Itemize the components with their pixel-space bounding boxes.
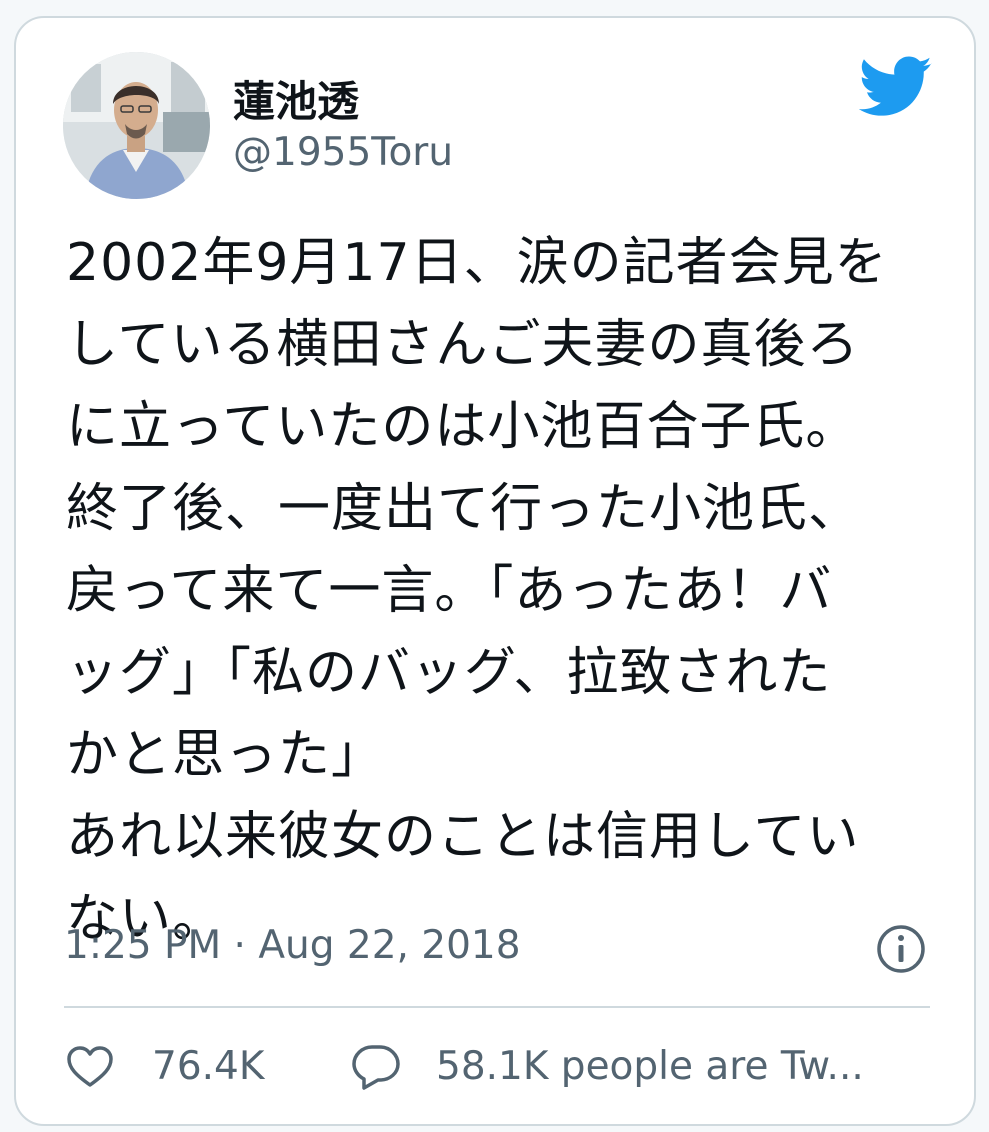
user-handle[interactable]: @1955Toru [233, 130, 453, 175]
like-count[interactable]: 76.4K [152, 1044, 264, 1089]
display-name[interactable]: 蓮池透 [233, 68, 359, 129]
tweet-card[interactable]: 蓮池透 @1955Toru 2002年9月17日、涙の記者会見を している横田さ… [14, 16, 976, 1126]
tweet-timestamp[interactable]: 1:25 PM · Aug 22, 2018 [64, 923, 521, 968]
speech-bubble-icon[interactable] [350, 1041, 402, 1093]
tweet-line: あれ以来彼女のことは信用してい [66, 807, 860, 867]
divider [64, 1006, 930, 1008]
tweet-line: 2002年9月17日、涙の記者会見を [66, 233, 888, 293]
reply-count-text[interactable]: 58.1K people are Tw... [436, 1044, 864, 1089]
heart-icon[interactable] [66, 1045, 114, 1089]
tweet-line: 戻って来て一言。「あったあ！バ [66, 561, 833, 621]
tweet-line: に立っていたのは小池百合子氏。 [66, 397, 859, 457]
tweet-line: 終了後、一度出て行った小池氏、 [66, 479, 862, 539]
avatar[interactable] [63, 52, 210, 199]
twitter-bird-icon[interactable] [859, 56, 933, 118]
tweet-line: ッグ」「私のバッグ、拉致された [66, 643, 832, 703]
avatar-photo [63, 52, 210, 199]
tweet-line: している横田さんご夫妻の真後ろ [66, 315, 860, 375]
tweet-line: かと思った」 [66, 725, 385, 785]
tweet-text: 2002年9月17日、涙の記者会見を している横田さんご夫妻の真後ろ に立ってい… [66, 222, 946, 960]
info-icon[interactable] [875, 923, 927, 975]
